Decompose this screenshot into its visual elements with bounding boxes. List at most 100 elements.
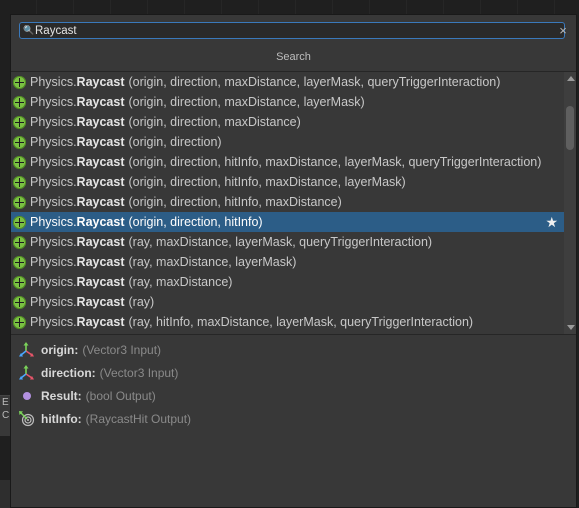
result-class: Physics. <box>30 135 77 149</box>
result-label: Physics.Raycast (ray) <box>30 295 154 309</box>
search-icon: 🔍 <box>23 25 35 35</box>
result-row[interactable]: Physics.Raycast (origin, direction) <box>11 132 564 152</box>
result-args: (origin, direction, hitInfo, maxDistance… <box>128 175 406 189</box>
result-method: Raycast <box>76 95 125 109</box>
result-row[interactable]: Physics.Raycast (origin, direction, hitIn… <box>11 192 564 212</box>
result-class: Physics. <box>30 295 77 309</box>
port-type: (bool Output) <box>85 389 156 403</box>
result-row[interactable]: Physics.Raycast (ray, maxDistance, layerM… <box>11 252 564 272</box>
favorite-star-icon[interactable]: ★ <box>545 213 558 231</box>
result-args: (ray) <box>128 295 155 309</box>
background-panel-fragment-lower <box>0 480 10 508</box>
port-row: origin: (Vector3 Input) <box>19 340 161 360</box>
result-label: Physics.Raycast (ray, maxDistance) <box>30 275 232 289</box>
result-method: Raycast <box>76 235 125 249</box>
node-plus-icon <box>13 95 26 109</box>
port-row: direction: (Vector3 Input) <box>19 363 178 383</box>
result-label: Physics.Raycast (ray, hitInfo, maxDistanc… <box>30 315 473 329</box>
results-scrollbar[interactable] <box>564 72 576 334</box>
result-method: Raycast <box>76 115 125 129</box>
result-method: Raycast <box>76 295 125 309</box>
node-plus-icon <box>13 315 26 329</box>
result-row[interactable]: Physics.Raycast (ray, hitInfo, maxDistanc… <box>11 312 564 332</box>
result-args: (origin, direction, hitInfo) <box>128 215 263 229</box>
result-class: Physics. <box>30 115 77 129</box>
port-type: (Vector3 Input) <box>82 343 162 357</box>
result-class: Physics. <box>30 155 77 169</box>
node-details-panel: origin: (Vector3 Input) direction: (Vector3… <box>11 335 576 455</box>
result-label: Physics.Raycast (origin, direction, hitIn… <box>30 155 541 169</box>
result-args: (origin, direction, maxDistance, layerMa… <box>128 75 501 89</box>
node-plus-icon <box>13 235 26 249</box>
result-method: Raycast <box>76 75 125 89</box>
axis-arrows-icon <box>19 365 35 381</box>
result-label: Physics.Raycast (origin, direction, maxDi… <box>30 115 301 129</box>
result-method: Raycast <box>76 255 125 269</box>
result-args: (origin, direction, hitInfo, maxDistance… <box>128 155 542 169</box>
search-input[interactable] <box>35 23 535 38</box>
result-class: Physics. <box>30 75 77 89</box>
result-args: (origin, direction, maxDistance) <box>128 115 301 129</box>
result-label: Physics.Raycast (origin, direction, hitIn… <box>30 215 263 229</box>
result-row[interactable]: Physics.Raycast (ray, maxDistance, layerM… <box>11 232 564 252</box>
result-label: Physics.Raycast (origin, direction, maxDi… <box>30 75 500 89</box>
scroll-thumb[interactable] <box>566 106 574 150</box>
purple-dot-icon <box>19 388 35 404</box>
axis-arrows-icon <box>19 342 35 358</box>
result-label: Physics.Raycast (origin, direction, maxDi… <box>30 95 365 109</box>
result-args: (ray, maxDistance, layerMask, queryTrigg… <box>128 235 433 249</box>
node-plus-icon <box>13 215 26 229</box>
result-row[interactable]: Physics.Raycast (origin, direction, hitIn… <box>11 212 564 232</box>
result-args: (origin, direction, hitInfo, maxDistance… <box>128 195 342 209</box>
result-method: Raycast <box>76 215 125 229</box>
port-name: direction: <box>41 366 96 380</box>
port-name: origin: <box>41 343 79 357</box>
node-search-popup: 🔍 × Search Physics.Raycast(origin, direc… <box>10 14 577 508</box>
node-plus-icon <box>13 195 26 209</box>
result-method: Raycast <box>76 195 125 209</box>
result-row[interactable]: Physics.Raycast (origin, direction, maxDi… <box>11 112 564 132</box>
background-text-2: C <box>2 410 10 421</box>
port-name: hitInfo: <box>41 412 82 426</box>
result-label: Physics.Raycast (ray, maxDistance, layerM… <box>30 255 296 269</box>
port-row: hitInfo: (RaycastHit Output) <box>19 409 191 429</box>
result-row[interactable]: Physics.Raycast (ray) <box>11 292 564 312</box>
result-label: Physics.Raycast (origin, direction) <box>30 135 222 149</box>
node-plus-icon <box>13 115 26 129</box>
result-class: Physics. <box>30 275 77 289</box>
result-args: (ray, maxDistance) <box>128 275 233 289</box>
clear-search-button[interactable]: × <box>556 22 570 39</box>
background-text-1: E <box>2 397 9 408</box>
port-row: Result: (bool Output) <box>19 386 156 406</box>
port-name: Result: <box>41 389 82 403</box>
result-row[interactable]: Physics.Raycast (origin, direction, hitIn… <box>11 152 564 172</box>
result-class: Physics. <box>30 315 77 329</box>
result-row[interactable]: Physics.Raycast (origin, direction, hitIn… <box>11 172 564 192</box>
scroll-down-arrow-icon[interactable] <box>567 325 575 330</box>
result-class: Physics. <box>30 95 77 109</box>
port-type: (RaycastHit Output) <box>85 412 192 426</box>
results-header-title: Search <box>276 51 311 63</box>
result-method: Raycast <box>76 315 125 329</box>
result-class: Physics. <box>30 235 77 249</box>
result-class: Physics. <box>30 255 77 269</box>
result-method: Raycast <box>76 275 125 289</box>
result-args: (ray, hitInfo, maxDistance, layerMask, q… <box>128 315 474 329</box>
result-class: Physics. <box>30 215 77 229</box>
result-class: Physics. <box>30 195 77 209</box>
port-type: (Vector3 Input) <box>99 366 179 380</box>
result-args: (origin, direction) <box>128 135 222 149</box>
search-field[interactable]: 🔍 <box>19 22 565 39</box>
result-row[interactable]: Physics.Raycast (ray, maxDistance) <box>11 272 564 292</box>
result-row[interactable]: Physics.Raycast (origin, direction, maxDi… <box>11 92 564 112</box>
result-args: (origin, direction, maxDistance, layerMa… <box>128 95 365 109</box>
results-list[interactable]: Physics.Raycast (origin, direction, maxDi… <box>11 71 576 335</box>
result-method: Raycast <box>76 155 125 169</box>
result-label: Physics.Raycast (origin, direction, hitIn… <box>30 195 342 209</box>
result-row[interactable]: Physics.Raycast (origin, direction, maxDi… <box>11 72 564 92</box>
node-plus-icon <box>13 275 26 289</box>
result-label: Physics.Raycast (origin, direction, hitIn… <box>30 175 406 189</box>
result-method: Raycast <box>76 175 125 189</box>
result-args: (ray, maxDistance, layerMask) <box>128 255 297 269</box>
scroll-up-arrow-icon[interactable] <box>567 76 575 81</box>
